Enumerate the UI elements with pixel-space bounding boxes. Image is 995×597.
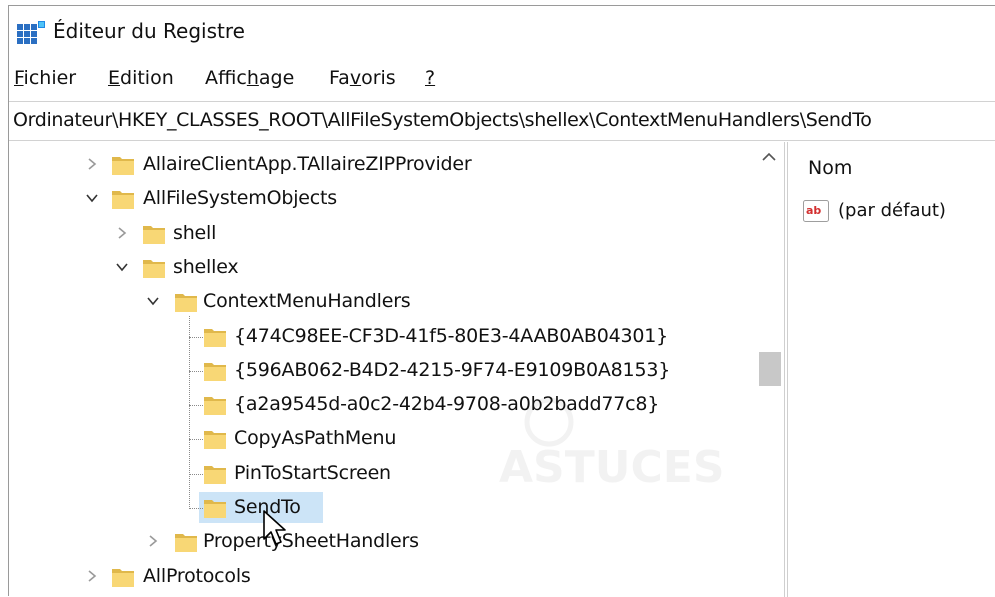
tree-item-label: PropertySheetHandlers [203,530,419,553]
tree-item-label: AllProtocols [143,564,251,587]
folder-icon [204,328,226,347]
folder-icon [204,397,226,416]
menu-edition[interactable]: Edition [108,67,174,89]
menu-favoris[interactable]: Favoris [329,67,396,89]
chevron-right-icon[interactable] [115,226,129,240]
menu-help[interactable]: ? [425,67,435,89]
chevron-down-icon[interactable] [85,191,99,205]
column-header-name[interactable]: Nom [808,157,852,179]
folder-icon [204,431,226,450]
tree-connector [189,439,203,441]
values-pane: Nom ab (par défaut) [787,142,995,597]
chevron-down-icon[interactable] [115,260,129,274]
chevron-right-icon[interactable] [85,157,99,171]
folder-icon [204,465,226,484]
tree-item[interactable]: {474C98EE-CF3D-41f5-80E3-4AAB0AB04301} [9,320,755,353]
menu-affichage[interactable]: Affichage [205,67,294,89]
tree-item[interactable]: AllProtocols [9,560,755,593]
chevron-up-icon[interactable] [761,150,777,164]
tree-item-label: CopyAsPathMenu [234,427,397,450]
tree-item-label: {a2a9545d-a0c2-42b4-9708-a0b2badd77c8} [234,393,660,416]
registry-editor-window: Éditeur du Registre Fichier Edition Affi… [8,5,995,597]
menu-bar: Fichier Edition Affichage Favoris ? [9,58,995,98]
tree-item[interactable]: CopyAsPathMenu [9,422,755,455]
tree-item-label: shellex [173,255,239,278]
tree-item-label: {596AB062-B4D2-4215-9F74-E9109B0A8153} [234,358,671,381]
folder-icon [112,157,134,175]
tree-item-label: ContextMenuHandlers [203,290,411,313]
tree-item[interactable]: AllaireClientApp.TAllaireZIPProvider [9,148,755,181]
tree-item[interactable]: {596AB062-B4D2-4215-9F74-E9109B0A8153} [9,354,755,387]
tree-scrollbar[interactable] [755,142,785,597]
value-name: (par défaut) [838,200,946,221]
menu-fichier[interactable]: Fichier [14,67,76,89]
folder-icon [175,534,197,553]
value-row[interactable]: ab (par défaut) [800,197,990,225]
tree-item[interactable]: ContextMenuHandlers [9,285,755,318]
tree-item[interactable]: PinToStartScreen [9,457,755,490]
folder-icon [112,191,134,210]
tree-item[interactable]: {a2a9545d-a0c2-42b4-9708-a0b2badd77c8} [9,388,755,421]
address-path[interactable]: Ordinateur\HKEY_CLASSES_ROOT\AllFileSyst… [13,109,872,131]
tree-item-label: AllFileSystemObjects [143,187,337,210]
folder-icon [143,259,165,278]
tree-connector-vertical [189,315,190,509]
mouse-cursor-icon [263,510,286,545]
folder-icon [143,225,165,244]
string-value-icon: ab [803,200,829,222]
tree-item-label: shell [173,221,217,244]
tree-item[interactable]: AllFileSystemObjects [9,182,755,215]
folder-icon [112,568,134,587]
tree-connector [189,508,203,509]
folder-icon [204,362,226,381]
chevron-down-icon[interactable] [146,294,160,308]
window-title: Éditeur du Registre [53,19,245,43]
title-bar: Éditeur du Registre [9,6,995,56]
chevron-right-icon[interactable] [146,534,160,548]
tree-item[interactable]: shell [9,217,755,250]
tree-item[interactable]: shellex [9,251,755,284]
scroll-thumb[interactable] [759,352,781,386]
tree-item[interactable]: SendTo [9,491,755,524]
tree-connector [189,473,203,475]
tree-connector [189,405,203,407]
regedit-icon [17,21,45,44]
tree-connector [189,370,203,372]
tree-item-label: {474C98EE-CF3D-41f5-80E3-4AAB0AB04301} [234,324,669,347]
folder-icon [204,500,226,518]
key-tree-pane[interactable]: ASTUCES AllaireClientApp.TAllaireZIPProv… [9,142,755,597]
tree-connector [189,336,203,338]
tree-item-label: PinToStartScreen [234,461,391,484]
address-bar[interactable]: Ordinateur\HKEY_CLASSES_ROOT\AllFileSyst… [9,101,995,141]
chevron-right-icon[interactable] [85,569,99,583]
folder-icon [175,294,197,313]
tree-item-label: AllaireClientApp.TAllaireZIPProvider [143,153,472,175]
svg-text:ab: ab [806,204,821,217]
tree-item[interactable]: PropertySheetHandlers [9,525,755,558]
